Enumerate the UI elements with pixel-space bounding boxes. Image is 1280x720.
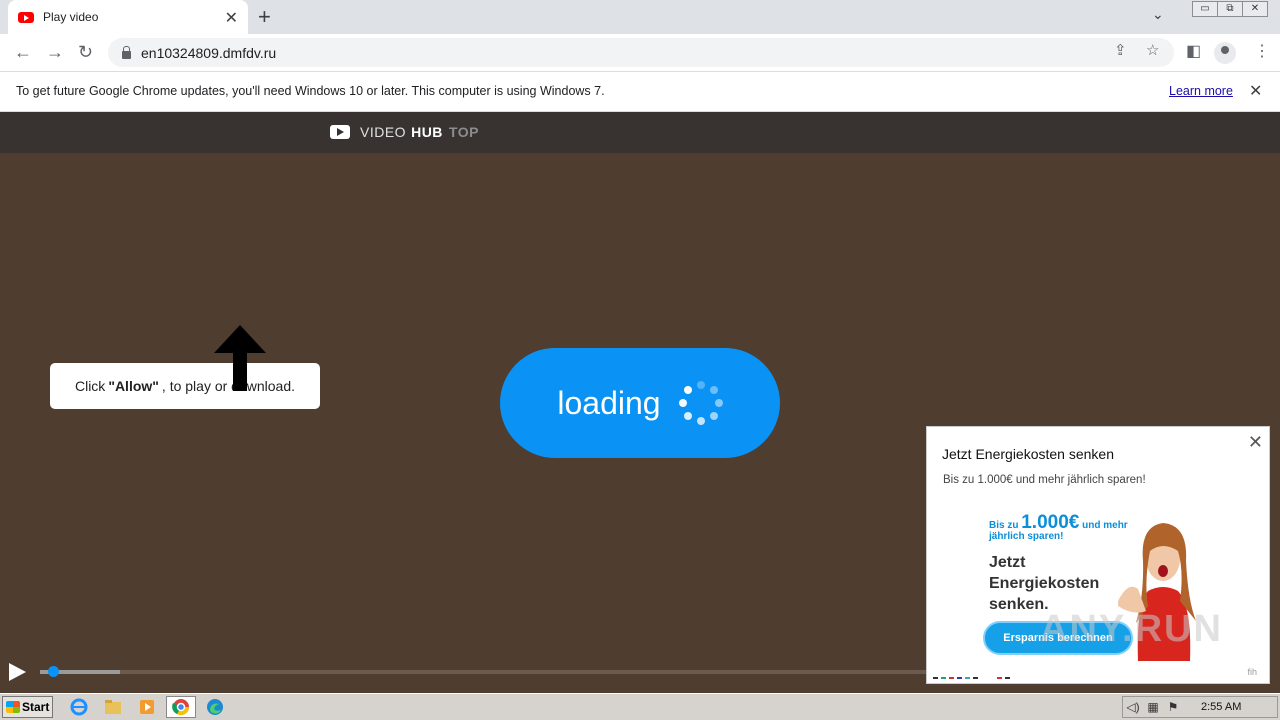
- volume-icon[interactable]: ◁): [1123, 700, 1143, 714]
- banner-offer-line2: jährlich sparen!: [989, 531, 1064, 542]
- menu-kebab-icon[interactable]: ⋮: [1254, 41, 1270, 61]
- url-text[interactable]: en10324809.dmfdv.ru: [141, 45, 276, 61]
- logo-word-video: VIDEO: [360, 124, 407, 140]
- restore-button[interactable]: ⧉: [1217, 1, 1243, 17]
- infobar-close-icon[interactable]: ✕: [1249, 81, 1262, 101]
- progress-track[interactable]: [40, 666, 930, 677]
- ad-subtitle[interactable]: Bis zu 1.000€ und mehr jährlich sparen!: [943, 474, 1146, 486]
- site-logo[interactable]: VIDEO HUB TOP: [330, 124, 479, 140]
- action-center-flag-icon[interactable]: ⚑: [1163, 700, 1183, 714]
- system-tray: ◁) ▦ ⚑ 2:55 AM: [1122, 696, 1278, 718]
- taskbar-clock[interactable]: 2:55 AM: [1201, 701, 1241, 713]
- allow-hint-box: Click "Allow" , to play or download.: [50, 363, 320, 409]
- watermark-text: ANY.RUN: [1040, 608, 1223, 650]
- chrome-icon[interactable]: [166, 696, 196, 718]
- side-panel-icon[interactable]: ◧: [1186, 41, 1201, 61]
- lock-icon[interactable]: [122, 45, 131, 59]
- hint-allow: "Allow": [108, 378, 159, 394]
- tab-strip: Play video ✕ + ⌄ ▭ ⧉ ✕: [0, 0, 1280, 34]
- close-window-button[interactable]: ✕: [1242, 1, 1268, 17]
- banner-headline-1: Jetzt: [989, 554, 1026, 571]
- logo-word-hub: HUB: [411, 124, 443, 140]
- tab-title: Play video: [43, 10, 99, 24]
- window-controls: ▭ ⧉ ✕: [1192, 1, 1268, 17]
- internet-explorer-icon[interactable]: [68, 697, 90, 717]
- edge-icon[interactable]: [204, 697, 226, 717]
- windows-taskbar: Start ◁) ▦ ⚑ 2:55 AM: [0, 693, 1280, 720]
- file-explorer-icon[interactable]: [102, 697, 124, 717]
- tab-play-video[interactable]: Play video ✕: [8, 0, 248, 34]
- tab-search-chevron-icon[interactable]: ⌄: [1152, 6, 1164, 23]
- ad-close-icon[interactable]: ✕: [1248, 432, 1263, 453]
- hint-prefix: Click: [74, 378, 106, 394]
- ad-indicator-dots: [933, 677, 1010, 679]
- network-icon[interactable]: ▦: [1143, 700, 1163, 714]
- banner-amount: 1.000€: [1021, 512, 1080, 533]
- spinner-icon: [678, 381, 723, 425]
- update-infobar: To get future Google Chrome updates, you…: [0, 72, 1280, 112]
- start-label: Start: [22, 700, 50, 714]
- play-icon[interactable]: [9, 663, 26, 681]
- banner-offer-pre: Bis zu: [989, 520, 1019, 531]
- banner-headline: Jetzt Energiekosten senken.: [989, 553, 1099, 615]
- address-bar[interactable]: en10324809.dmfdv.ru: [108, 38, 1174, 67]
- reload-icon[interactable]: ↻: [78, 42, 93, 63]
- bookmark-star-icon[interactable]: ☆: [1146, 41, 1159, 59]
- site-header: VIDEO HUB TOP: [0, 112, 1280, 153]
- start-button[interactable]: Start: [2, 696, 53, 718]
- banner-headline-2: Energiekosten: [989, 574, 1100, 592]
- windows-logo-icon: [6, 701, 20, 713]
- tab-close-icon[interactable]: ✕: [225, 8, 238, 28]
- loading-button[interactable]: loading: [500, 348, 780, 458]
- play-logo-icon: [330, 125, 350, 139]
- ad-footer: fih: [1247, 667, 1257, 677]
- profile-avatar-icon[interactable]: [1214, 42, 1236, 64]
- new-tab-button[interactable]: +: [258, 4, 271, 30]
- youtube-favicon-icon: [18, 11, 34, 23]
- infobar-message: To get future Google Chrome updates, you…: [16, 84, 605, 98]
- banner-offer: Bis zu 1.000€ und mehr jährlich sparen!: [989, 513, 1128, 542]
- back-arrow-icon[interactable]: ←: [14, 42, 32, 63]
- share-icon[interactable]: ⇪: [1114, 41, 1127, 59]
- minimize-button[interactable]: ▭: [1192, 1, 1218, 17]
- media-player-icon[interactable]: [136, 697, 158, 717]
- progress-knob[interactable]: [47, 666, 59, 677]
- browser-toolbar: ← → ↻ en10324809.dmfdv.ru ⇪ ☆ ◧ ⋮: [0, 34, 1280, 72]
- up-arrow-icon: [214, 325, 266, 391]
- learn-more-link[interactable]: Learn more: [1169, 84, 1233, 98]
- loading-label: loading: [557, 384, 661, 421]
- ad-title[interactable]: Jetzt Energiekosten senken: [942, 446, 1114, 462]
- logo-word-top: TOP: [448, 124, 479, 140]
- forward-arrow-icon[interactable]: →: [46, 42, 64, 63]
